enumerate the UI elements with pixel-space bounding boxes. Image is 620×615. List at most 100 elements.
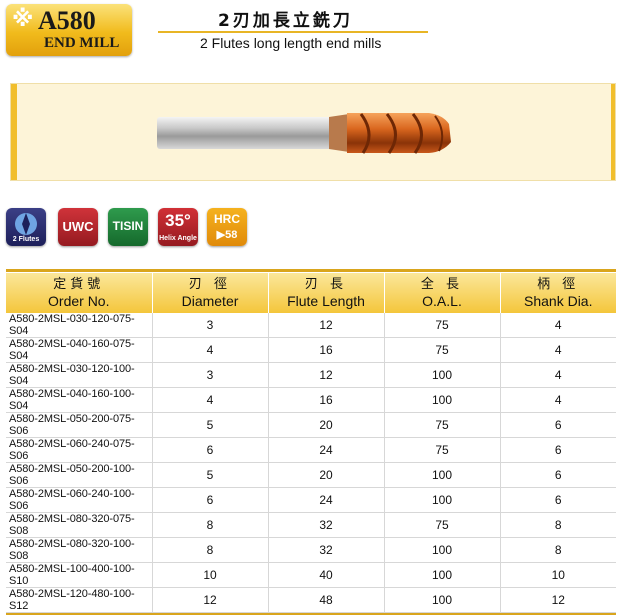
spec-cell: 8: [152, 512, 269, 538]
order-number-cell: A580-2MSL-080-320-100-S08: [6, 537, 153, 563]
table-row: A580-2MSL-050-200-075-S06 5 20 75 6: [6, 412, 616, 438]
order-number-cell: A580-2MSL-100-400-100-S10: [6, 562, 153, 588]
spec-cell: 12: [268, 313, 385, 338]
spec-table-container: 定貨號 Order No. 刃 徑 Diameter 刃 長 Flute Length 全 …: [6, 269, 616, 615]
helix-angle-label: Helix Angle: [159, 235, 197, 242]
order-number-cell: A580-2MSL-050-200-075-S06: [6, 412, 153, 438]
spec-cell: 10: [152, 562, 269, 588]
model-number: A580: [38, 6, 96, 35]
table-row: A580-2MSL-050-200-100-S06 5 20 100 6: [6, 462, 616, 488]
spec-cell: 32: [268, 537, 385, 563]
spec-cell: 8: [152, 537, 269, 563]
page-title-english: 2 Flutes long length end mills: [200, 35, 382, 51]
spec-cell: 100: [384, 587, 501, 613]
table-body: A580-2MSL-030-120-075-S04 3 12 75 4 A580-2MSL…: [6, 313, 616, 613]
end-mill-illustration: [157, 113, 451, 154]
column-header-zh: 刃 長: [304, 277, 348, 292]
spec-cell: 100: [384, 487, 501, 513]
spec-cell: 6: [500, 412, 616, 438]
spec-cell: 40: [268, 562, 385, 588]
column-header-zh: 刃 徑: [188, 277, 232, 292]
spec-cell: 24: [268, 437, 385, 463]
spec-cell: 16: [268, 337, 385, 363]
spec-cell: 75: [384, 412, 501, 438]
spec-cell: 10: [500, 562, 616, 588]
reference-mark: ※: [12, 7, 34, 32]
spec-cell: 6: [500, 462, 616, 488]
table-row: A580-2MSL-120-480-100-S12 12 48 100 12: [6, 587, 616, 613]
spec-cell: 12: [500, 587, 616, 613]
spec-cell: 16: [268, 387, 385, 413]
flute-label: 2 Flutes: [12, 236, 40, 243]
table-row: A580-2MSL-080-320-100-S08 8 32 100 8: [6, 537, 616, 563]
spec-cell: 12: [152, 587, 269, 613]
spec-cell: 100: [384, 462, 501, 488]
table-row: A580-2MSL-030-120-075-S04 3 12 75 4: [6, 313, 616, 338]
spec-cell: 75: [384, 337, 501, 363]
spec-cell: 3: [152, 362, 269, 388]
column-header-en: O.A.L.: [422, 293, 462, 309]
column-header: 定貨號 Order No.: [6, 273, 153, 313]
order-number-cell: A580-2MSL-120-480-100-S12: [6, 587, 153, 613]
hrc-label: HRC: [214, 212, 240, 226]
table-row: A580-2MSL-080-320-075-S08 8 32 75 8: [6, 512, 616, 538]
helix-angle-value: 35°: [165, 211, 191, 230]
spec-cell: 24: [268, 487, 385, 513]
spec-cell: 100: [384, 387, 501, 413]
spec-cell: 100: [384, 562, 501, 588]
title-divider: [158, 31, 428, 33]
table-row: A580-2MSL-060-240-075-S06 6 24 75 6: [6, 437, 616, 463]
column-header-en: Order No.: [48, 293, 110, 309]
order-number-cell: A580-2MSL-030-120-075-S04: [6, 313, 153, 338]
column-header-en: Flute Length: [287, 293, 365, 309]
spec-cell: 3: [152, 313, 269, 338]
table-row: A580-2MSL-030-120-100-S04 3 12 100 4: [6, 362, 616, 388]
column-header: 全 長 O.A.L.: [384, 273, 501, 313]
order-number-cell: A580-2MSL-040-160-100-S04: [6, 387, 153, 413]
spec-cell: 100: [384, 537, 501, 563]
spec-cell: 6: [500, 487, 616, 513]
column-header: 刃 長 Flute Length: [268, 273, 385, 313]
spec-cell: 6: [500, 437, 616, 463]
order-number-cell: A580-2MSL-080-320-075-S08: [6, 512, 153, 538]
uwc-icon: UWC: [58, 208, 98, 246]
spec-cell: 8: [500, 537, 616, 563]
spec-cell: 6: [152, 487, 269, 513]
spec-cell: 20: [268, 412, 385, 438]
order-number-cell: A580-2MSL-060-240-075-S06: [6, 437, 153, 463]
two-flute-icon: 2 Flutes: [6, 208, 46, 246]
spec-cell: 6: [152, 437, 269, 463]
tisin-label: TISIN: [112, 219, 144, 233]
table-header-row: 定貨號 Order No. 刃 徑 Diameter 刃 長 Flute Length 全 …: [6, 273, 616, 313]
hrc-icon: HRC ▶58: [207, 208, 247, 246]
spec-cell: 4: [152, 337, 269, 363]
column-header: 刃 徑 Diameter: [152, 273, 269, 313]
spec-cell: 4: [500, 387, 616, 413]
spec-cell: 75: [384, 512, 501, 538]
column-header: 柄 徑 Shank Dia.: [500, 273, 616, 313]
uwc-label: UWC: [62, 219, 94, 234]
order-number-cell: A580-2MSL-040-160-075-S04: [6, 337, 153, 363]
table-row: A580-2MSL-100-400-100-S10 10 40 100 10: [6, 562, 616, 588]
order-number-cell: A580-2MSL-030-120-100-S04: [6, 362, 153, 388]
order-number-cell: A580-2MSL-060-240-100-S06: [6, 487, 153, 513]
spec-table: 定貨號 Order No. 刃 徑 Diameter 刃 長 Flute Length 全 …: [6, 273, 616, 613]
spec-cell: 5: [152, 412, 269, 438]
spec-cell: 4: [500, 313, 616, 338]
order-number-cell: A580-2MSL-050-200-100-S06: [6, 462, 153, 488]
product-photo-panel: [10, 83, 616, 181]
tisin-icon: TISIN: [108, 208, 148, 246]
page-title-chinese: 2刃加長立銑刀: [218, 11, 353, 31]
spec-cell: 4: [500, 337, 616, 363]
spec-cell: 48: [268, 587, 385, 613]
column-header-en: Shank Dia.: [524, 293, 593, 309]
spec-cell: 32: [268, 512, 385, 538]
spec-cell: 4: [152, 387, 269, 413]
product-badge: ※ A580 END MILL: [6, 4, 132, 56]
product-name: END MILL: [44, 35, 120, 51]
spec-cell: 5: [152, 462, 269, 488]
table-row: A580-2MSL-040-160-075-S04 4 16 75 4: [6, 337, 616, 363]
spec-cell: 75: [384, 313, 501, 338]
hrc-value: ▶58: [216, 229, 238, 241]
spec-cell: 100: [384, 362, 501, 388]
